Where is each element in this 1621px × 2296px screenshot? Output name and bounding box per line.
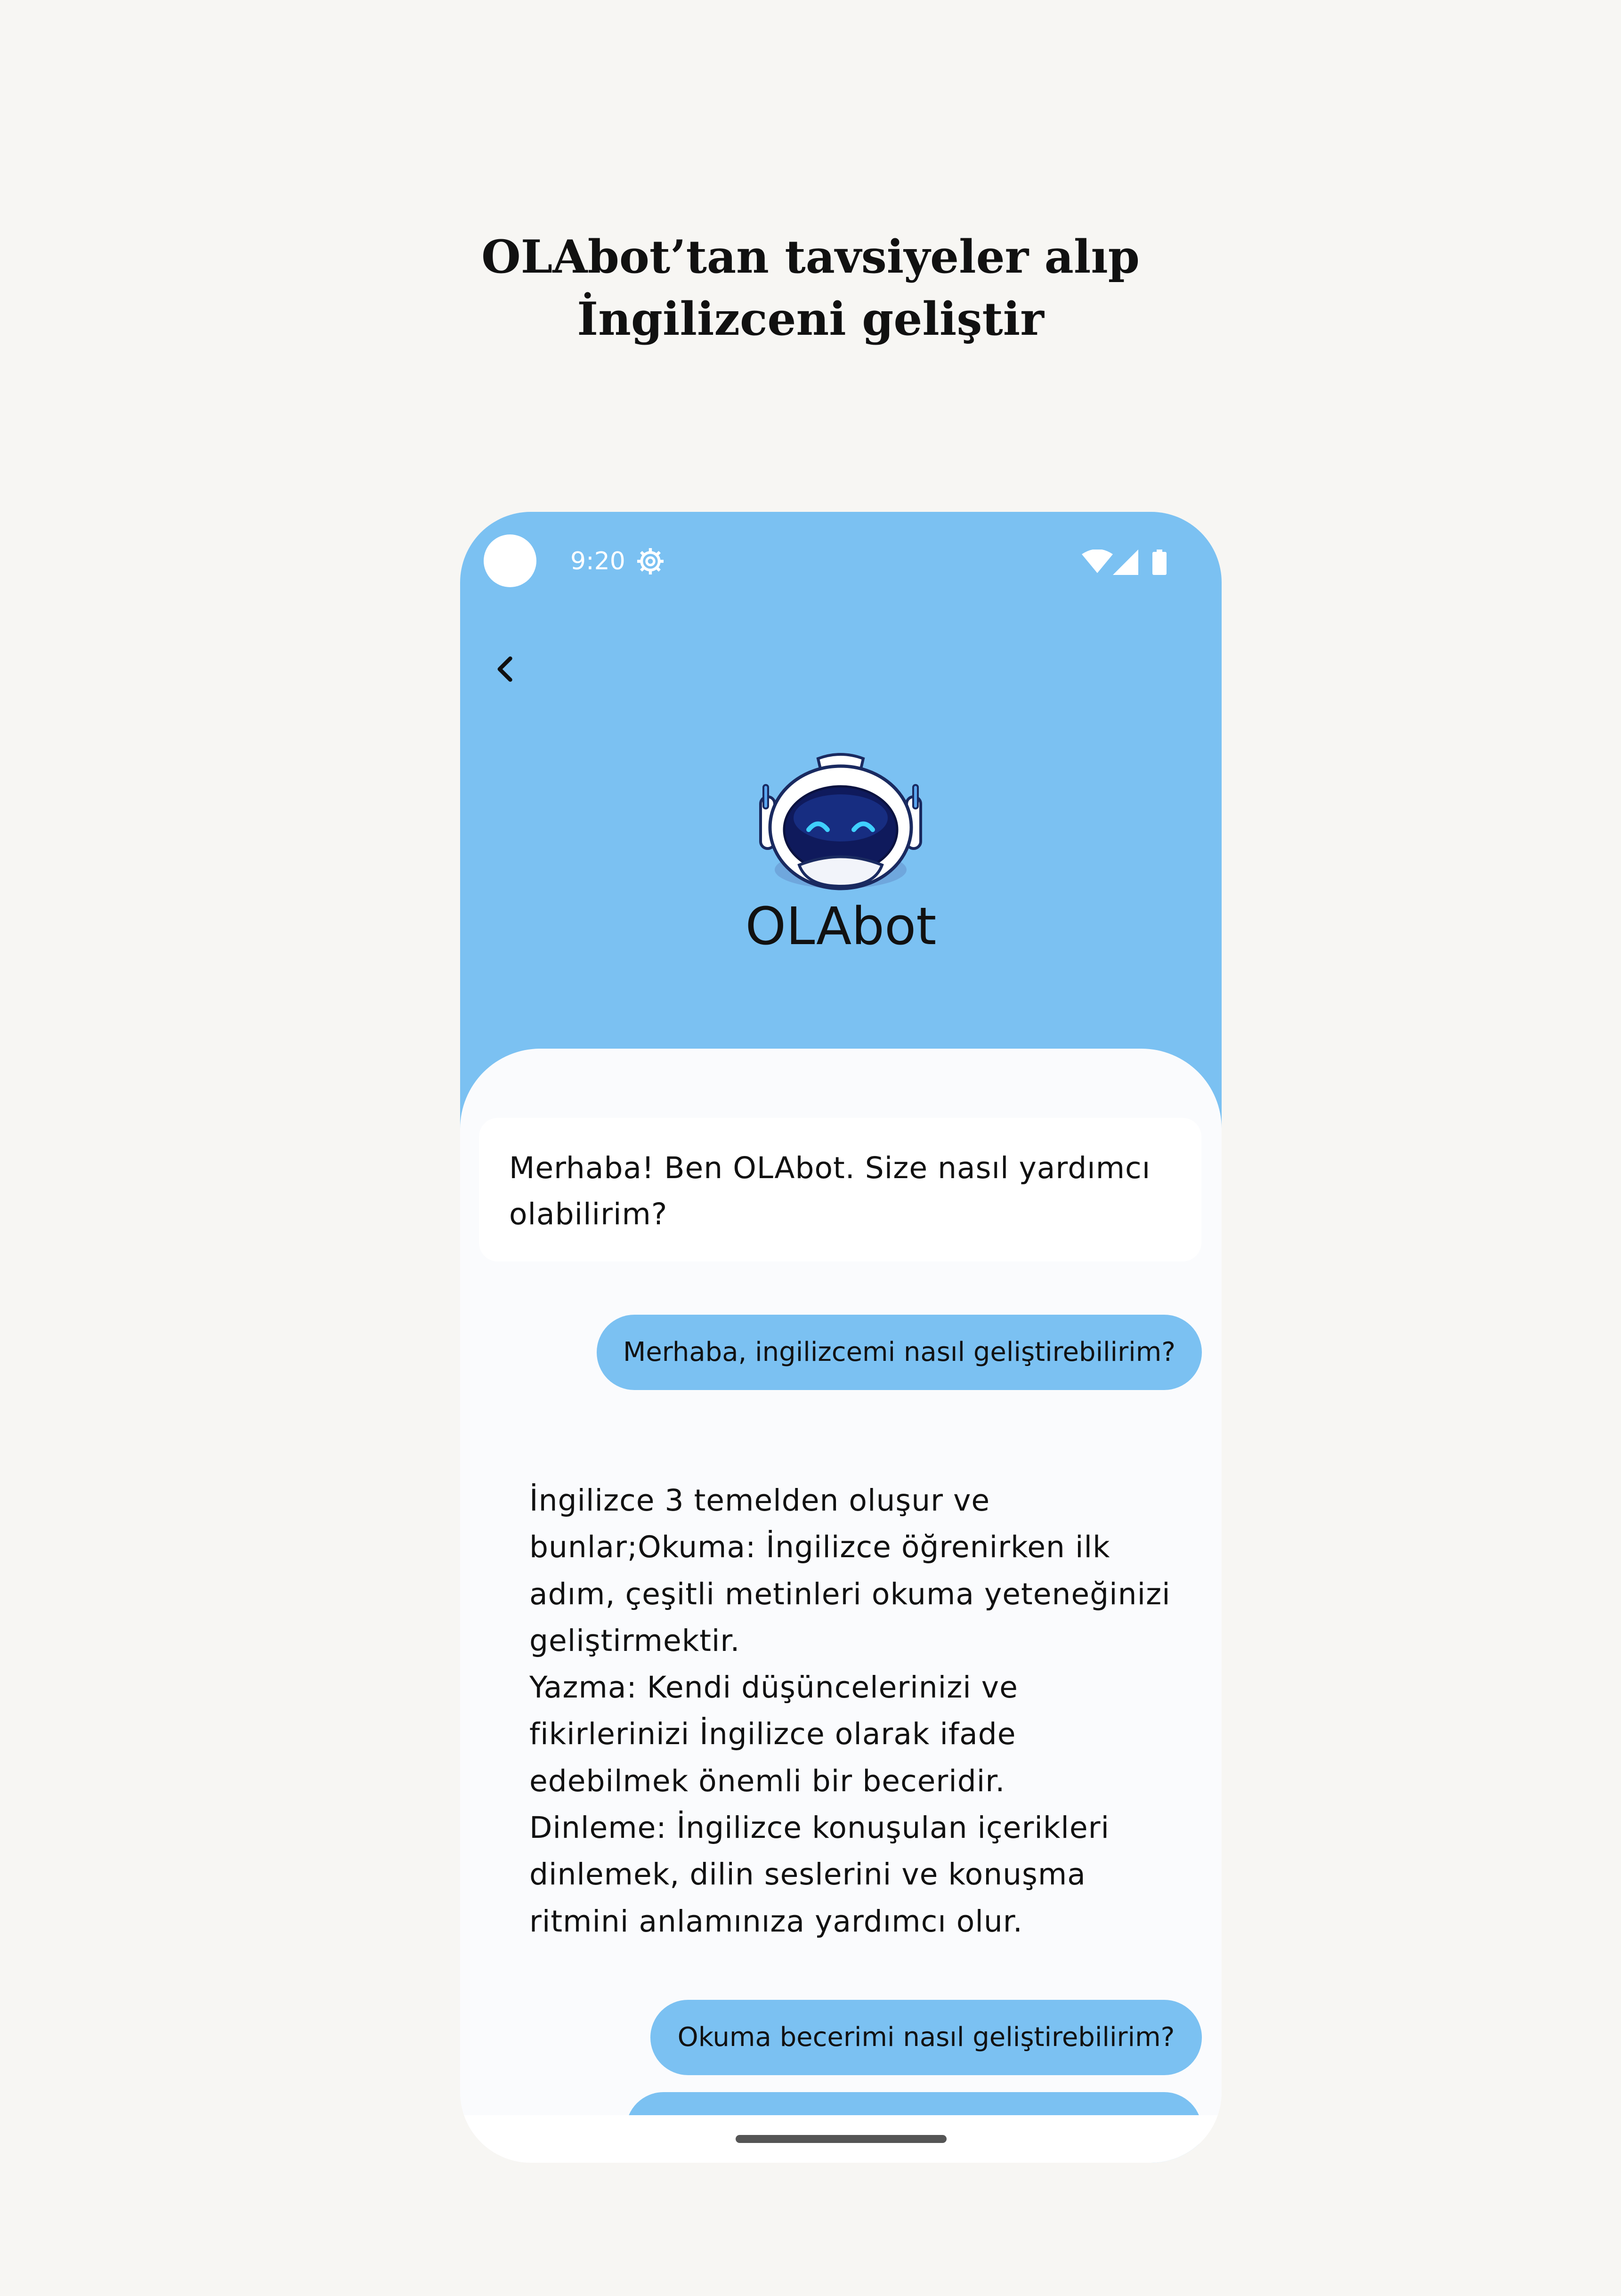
message-line: ritmini anlamınıza yardımcı olur. — [529, 1904, 1023, 1939]
message-line: adım, çeşitli metinleri okuma yeteneğini… — [529, 1576, 1171, 1611]
message-line: fikirlerinizi İngilizce olarak ifade — [529, 1717, 1016, 1752]
signal-icon — [1113, 550, 1138, 575]
message-line: Dinleme: İngilizce konuşulan içerikleri — [529, 1811, 1110, 1845]
bot-message: İngilizce 3 temelden oluşur ve bunlar;Ok… — [529, 1477, 1189, 1945]
headline-line-2: İngilizceni geliştir — [577, 292, 1044, 346]
status-time: 9:20 — [570, 547, 625, 575]
gesture-handle[interactable] — [736, 2135, 947, 2143]
user-message[interactable]: Merhaba, ingilizcemi nasıl geliştirebili… — [597, 1315, 1202, 1390]
chevron-left-icon[interactable] — [490, 653, 522, 685]
message-line: Yazma: Kendi düşüncelerinizi ve — [529, 1670, 1018, 1705]
headline: OLAbot’tan tavsiyeler alıp İngilizceni g… — [0, 226, 1621, 350]
user-message[interactable]: Okuma becerimi nasıl geliştirebilirim? — [650, 2000, 1202, 2075]
bot-name: OLAbot — [745, 896, 937, 956]
headline-line-1: OLAbot’tan tavsiyeler alıp — [481, 230, 1140, 283]
message-line: bunlar;Okuma: İngilizce öğrenirken ilk — [529, 1530, 1110, 1565]
message-line: Merhaba! Ben OLAbot. Size nasıl yardımcı — [509, 1151, 1151, 1185]
message-line: olabilirim? — [509, 1197, 668, 1231]
bot-message: Merhaba! Ben OLAbot. Size nasıl yardımcı… — [479, 1118, 1201, 1261]
battery-icon — [1152, 550, 1167, 575]
message-line: edebilmek önemli bir beceridir. — [529, 1763, 1005, 1798]
camera-cutout — [484, 534, 536, 587]
message-line: İngilizce 3 temelden oluşur ve — [529, 1483, 990, 1518]
message-line: dinlemek, dilin seslerini ve konuşma — [529, 1857, 1086, 1892]
wifi-icon — [1082, 550, 1113, 573]
settings-icon — [637, 548, 664, 574]
robot-icon — [759, 753, 922, 890]
message-line: geliştirmektir. — [529, 1623, 740, 1658]
phone-frame: 9:20 OLAbot Merhaba! Ben OLAbot. Size na… — [460, 512, 1222, 2163]
